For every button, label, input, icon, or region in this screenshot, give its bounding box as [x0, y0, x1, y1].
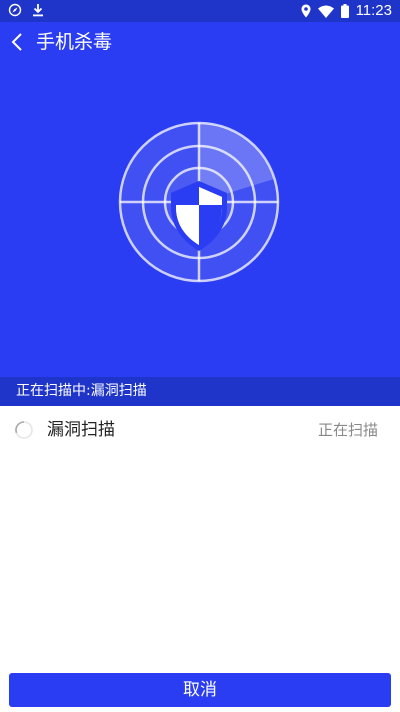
- scan-item-status: 正在扫描: [317, 421, 378, 439]
- download-icon: [33, 4, 43, 17]
- loading-spinner-icon: [15, 421, 33, 439]
- cancel-button[interactable]: 取消: [9, 673, 391, 707]
- status-time: 11:23: [355, 2, 392, 19]
- back-button[interactable]: [6, 28, 30, 56]
- compass-icon: [8, 3, 22, 17]
- list-item: 漏洞扫描 正在扫描: [0, 406, 400, 456]
- shield-radar-icon: [118, 121, 280, 283]
- location-icon: [301, 4, 311, 18]
- wifi-icon: [317, 5, 334, 18]
- status-left-icons: [8, 3, 44, 17]
- page-title: 手机杀毒: [36, 31, 113, 53]
- chevron-left-icon: [11, 33, 22, 51]
- battery-icon: [340, 4, 349, 18]
- scan-item-label: 漏洞扫描: [47, 420, 115, 440]
- status-bar: 11:23: [0, 0, 400, 22]
- status-right-icons: 11:23: [301, 2, 392, 20]
- scan-progress-text: 正在扫描中:漏洞扫描: [0, 377, 400, 406]
